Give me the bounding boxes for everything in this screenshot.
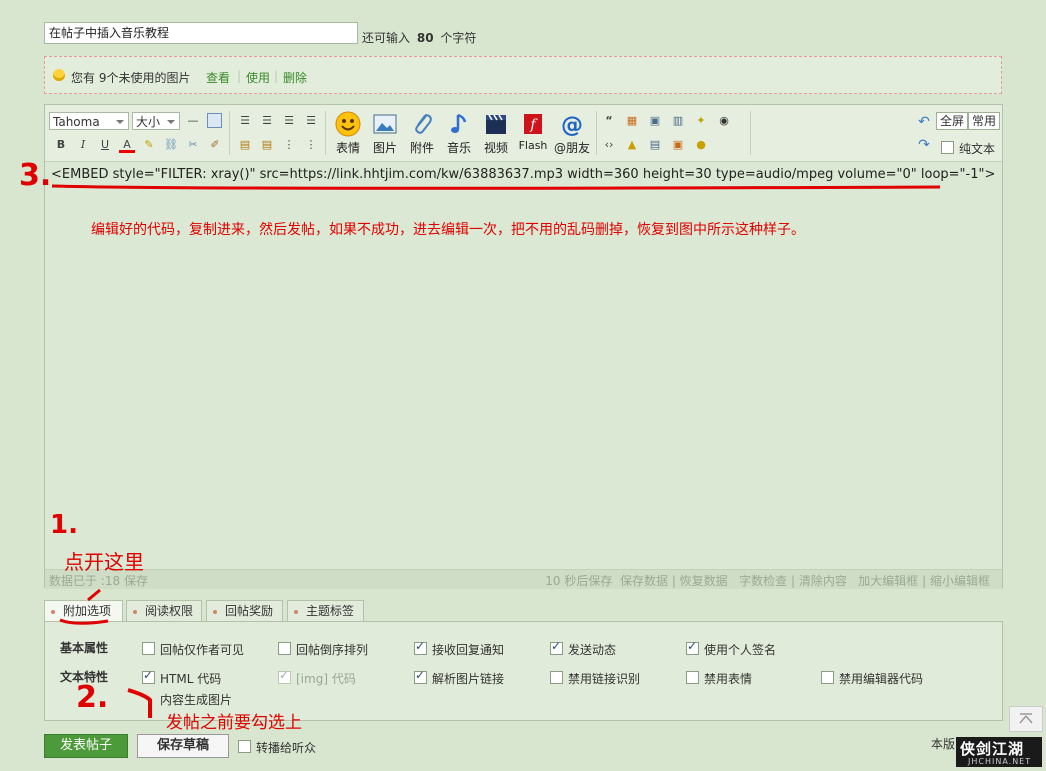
tab-underline-stroke [59,618,109,625]
step2-number: 2. [76,680,109,715]
step3-number: 3. [19,158,52,193]
step1-number: 1. [50,510,78,540]
annotation-strokes [51,184,941,718]
step2-text: 发帖之前要勾选上 [166,713,302,733]
arrow-stroke [127,688,152,718]
underline-stroke [51,184,941,190]
arrow-stroke [87,588,101,602]
step1-text: 点开这里 [64,550,144,574]
